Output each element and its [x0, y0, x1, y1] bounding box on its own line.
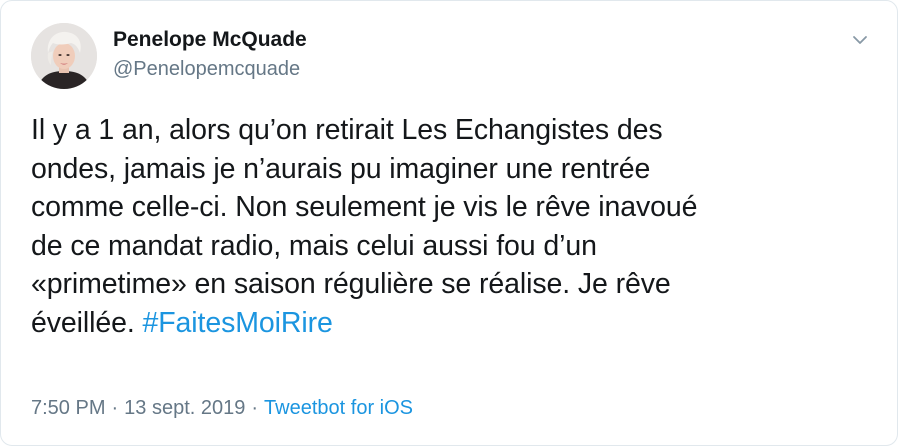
tweet-time[interactable]: 7:50 PM	[31, 397, 105, 419]
tweet-line: ondes, jamais je n’aurais pu imaginer un…	[31, 152, 651, 185]
tweet-line: de ce mandat radio, mais celui aussi fou…	[31, 229, 597, 262]
tweet-last-line: éveillée. #FaitesMoiRire	[31, 304, 861, 343]
tweet-source-link[interactable]: Tweetbot for iOS	[264, 397, 413, 419]
profile-photo-icon	[31, 23, 97, 89]
tweet-line: comme celle-ci. Non seulement je vis le …	[31, 191, 698, 223]
user-handle[interactable]: @Penelopemcquade	[113, 56, 307, 82]
author-block[interactable]: Penelope McQuade @Penelopemcquade	[113, 27, 307, 82]
tweet-line: «primetime» en saison régulière se réali…	[31, 268, 671, 300]
hashtag-link[interactable]: #FaitesMoiRire	[143, 307, 333, 339]
tweet-text: Il y a 1 an, alors qu’on retirait Les Ec…	[31, 111, 861, 342]
tweet-line: éveillée.	[31, 306, 135, 339]
meta-separator: ·	[251, 397, 259, 419]
tweet-card: Penelope McQuade @Penelopemcquade Il y a…	[0, 0, 898, 446]
avatar[interactable]	[31, 23, 97, 89]
display-name[interactable]: Penelope McQuade	[113, 27, 307, 53]
tweet-date[interactable]: 13 sept. 2019	[124, 397, 245, 419]
chevron-down-icon[interactable]	[849, 29, 871, 51]
meta-separator: ·	[111, 397, 119, 419]
tweet-metadata: 7:50 PM · 13 sept. 2019 · Tweetbot for iOS	[31, 395, 413, 421]
tweet-line: Il y a 1 an, alors qu’on retirait Les Ec…	[31, 114, 663, 146]
